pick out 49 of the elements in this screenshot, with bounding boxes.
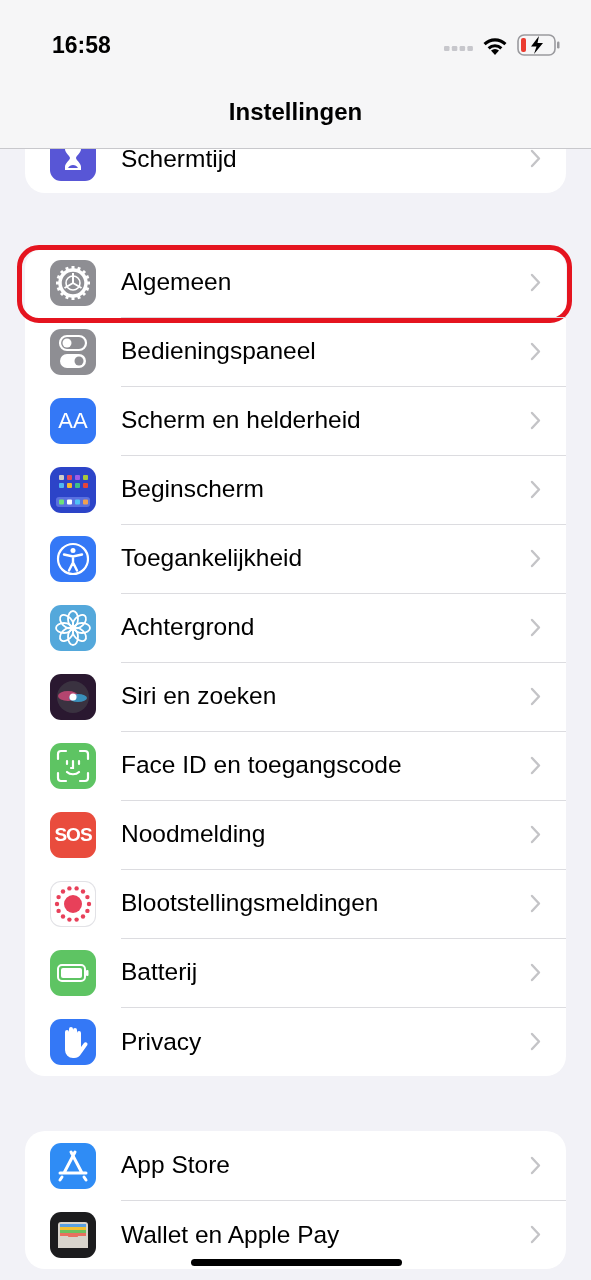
settings-row[interactable]: Wallet en Apple Pay: [25, 1200, 566, 1269]
settings-row[interactable]: AA Scherm en helderheid: [25, 386, 566, 455]
wifi-icon: [482, 35, 508, 55]
row-label: Bedieningspaneel: [121, 337, 316, 365]
row-label: Face ID en toegangscode: [121, 751, 402, 779]
navigation-title: Instellingen: [227, 98, 364, 126]
row-label: Siri en zoeken: [121, 682, 277, 710]
chevron-icon: [530, 1225, 541, 1244]
chevron-icon: [530, 410, 541, 430]
row-label: Algemeen: [121, 268, 232, 296]
chevron-icon: [530, 824, 541, 844]
chevron-icon: [530, 341, 541, 361]
chevron-icon: [530, 548, 541, 568]
settings-row[interactable]: Algemeen: [25, 248, 566, 317]
chevron-icon: [530, 686, 541, 706]
settings-row[interactable]: Beginscherm: [25, 455, 566, 524]
chevron-icon: [530, 617, 541, 637]
chevron-icon: [530, 1155, 541, 1175]
settings-row[interactable]: Blootstellingsmeldingen: [25, 869, 566, 938]
chevron-icon: [530, 755, 541, 775]
chevron-icon: [530, 479, 541, 499]
settings-row[interactable]: SOS Noodmelding: [25, 800, 566, 869]
row-label: Blootstellingsmeldingen: [121, 889, 379, 917]
row-label: Batterij: [121, 958, 198, 986]
settings-row[interactable]: Privacy: [25, 1007, 566, 1076]
signal-icon: [444, 45, 473, 51]
settings-row[interactable]: Siri en zoeken: [25, 662, 566, 731]
chevron-icon: [530, 893, 541, 913]
row-label: App Store: [121, 1151, 230, 1179]
clock-time: 16:58: [52, 31, 111, 59]
chevron-icon: [530, 962, 541, 982]
row-label: Wallet en Apple Pay: [121, 1220, 340, 1249]
row-label: Beginscherm: [121, 475, 264, 503]
settings-row[interactable]: Face ID en toegangscode: [25, 731, 566, 800]
text-icon: AA: [50, 397, 96, 444]
row-label: Privacy: [121, 1027, 202, 1056]
row-label: Scherm en helderheid: [121, 406, 361, 434]
settings-row[interactable]: Bedieningspaneel: [25, 317, 566, 386]
text-icon: SOS: [50, 811, 96, 858]
settings-row[interactable]: App Store: [25, 1131, 566, 1200]
battery-charging-icon: [517, 34, 561, 56]
chevron-icon: [530, 272, 541, 292]
settings-row[interactable]: Toegankelijkheid: [25, 524, 566, 593]
row-label: Noodmelding: [121, 820, 266, 848]
settings-row[interactable]: Achtergrond: [25, 593, 566, 662]
row-label: Toegankelijkheid: [121, 544, 303, 572]
settings-row[interactable]: Batterij: [25, 938, 566, 1007]
row-label: Achtergrond: [121, 613, 255, 641]
chevron-icon: [530, 1032, 541, 1051]
